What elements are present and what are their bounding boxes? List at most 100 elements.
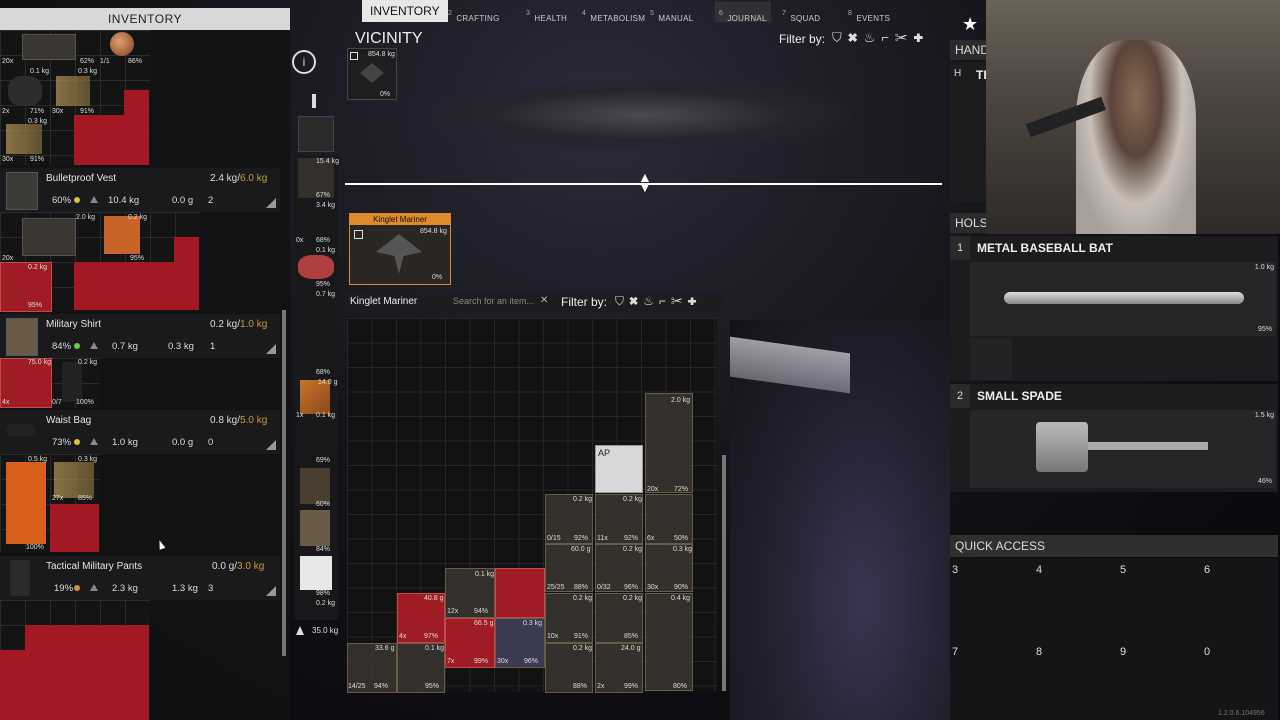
filter-consumables-icon[interactable]: ♨: [864, 30, 882, 45]
equip-slot[interactable]: [300, 468, 330, 504]
grid-label: 0.2 kg: [623, 546, 643, 553]
waistbag-slot[interactable]: Waist Bag 0.8 kg/5.0 kg 73% 1.0 kg 0.0 g…: [0, 410, 280, 454]
info-button[interactable]: i: [292, 50, 316, 74]
item-label: 100%: [76, 399, 94, 406]
item-label: 20x: [2, 58, 14, 65]
vehicle-silhouette: [432, 80, 852, 150]
filter-guns-icon[interactable]: ⌐: [659, 294, 671, 308]
shirt-slot[interactable]: Military Shirt 0.2 kg/1.0 kg 84% 0.7 kg …: [0, 314, 280, 358]
ammo-item[interactable]: [56, 76, 90, 106]
shirt-name: Military Shirt: [46, 319, 102, 330]
map-icon[interactable]: [298, 116, 334, 152]
equip-slot[interactable]: [298, 255, 334, 279]
equip-slot[interactable]: [300, 510, 330, 546]
expand-icon[interactable]: [266, 440, 276, 450]
hands-slot[interactable]: H TE: [950, 62, 991, 202]
pants-slot[interactable]: Tactical Military Pants 0.0 g/3.0 kg 19%…: [0, 556, 280, 600]
tab-journal[interactable]: 6 JOURNAL: [715, 2, 771, 23]
weapon-slot-2[interactable]: 2 SMALL SPADE 1.5 kg 46%: [950, 384, 1278, 492]
grid-label: 50%: [674, 535, 689, 542]
search-clear-icon[interactable]: ✕: [540, 295, 548, 306]
tab-inventory[interactable]: INVENTORY: [362, 0, 448, 22]
container-search-input[interactable]: Search for an item...: [453, 296, 534, 306]
grid-label: 11x: [597, 535, 608, 542]
grid-label: 2.0 kg: [671, 397, 691, 404]
tab-events[interactable]: 8 EVENTS: [848, 2, 890, 23]
filter-medical-icon[interactable]: ✚: [913, 30, 929, 45]
item-label: 27x: [52, 495, 64, 502]
spade-blade-icon: [1036, 422, 1088, 472]
filter-tools-icon[interactable]: ✂: [671, 294, 688, 308]
container-scrollbar[interactable]: [722, 455, 726, 691]
shirt-item[interactable]: [104, 216, 140, 254]
weapon-2-number: 2: [957, 390, 964, 402]
grid-label: 0.4 kg: [671, 595, 691, 602]
condition-dot: [74, 439, 80, 445]
tab-squad[interactable]: 7 SQUAD: [782, 2, 820, 23]
ball-item[interactable]: [110, 32, 134, 56]
expand-icon[interactable]: [266, 198, 276, 208]
expand-icon[interactable]: [266, 586, 276, 596]
attachment-slot[interactable]: [970, 338, 1012, 380]
equip-slot[interactable]: [300, 556, 332, 590]
grid-label: 33.6 g: [375, 645, 395, 652]
box-item[interactable]: [22, 34, 76, 60]
expand-icon[interactable]: [266, 344, 276, 354]
qa-slot-4[interactable]: 4: [1036, 564, 1116, 640]
total-weight: 35.0 kg: [312, 626, 339, 635]
item-label: 95%: [130, 255, 145, 262]
inventory-scrollbar[interactable]: [282, 310, 286, 656]
grid-item[interactable]: [645, 393, 693, 493]
weapon-slot-1[interactable]: 1 METAL BASEBALL BAT 1.0 kg 95%: [950, 236, 1278, 381]
vicinity-top-item[interactable]: 854.8 kg 0%: [347, 48, 397, 100]
filter-armor-icon[interactable]: ⛉: [832, 30, 848, 45]
qa-slot-3[interactable]: 3: [952, 564, 1032, 640]
grid-item[interactable]: [495, 568, 545, 618]
tab-manual[interactable]: 5 MANUAL: [650, 2, 694, 23]
box-item[interactable]: [22, 218, 76, 256]
equip-label: 67%: [316, 192, 331, 199]
qa-slot-6[interactable]: 6: [1204, 564, 1274, 640]
qa-slot-8[interactable]: 8: [1036, 646, 1116, 716]
filter-weapons-icon[interactable]: ✖: [848, 30, 864, 45]
favorites-star-icon[interactable]: ★: [962, 14, 978, 35]
item-label: 75.0 kg: [28, 359, 51, 366]
qa-slot-5[interactable]: 5: [1120, 564, 1200, 640]
tab-metabolism[interactable]: 4 METABOLISM: [582, 2, 645, 23]
grid-item[interactable]: [645, 593, 693, 691]
tab-health[interactable]: 3 HEALTH: [526, 2, 567, 23]
filter-weapons-icon[interactable]: ✖: [629, 294, 643, 308]
tab-crafting[interactable]: 2 CRAFTING: [448, 2, 500, 23]
selected-name-bar: Kinglet Mariner: [350, 214, 450, 225]
tape-item[interactable]: [8, 76, 42, 106]
pants-volume: 1.3 kg: [172, 583, 198, 594]
weight-icon: [90, 438, 98, 445]
filter-armor-icon[interactable]: ⛉: [615, 294, 629, 308]
knife-item[interactable]: [62, 362, 82, 402]
item-label: 86%: [128, 58, 143, 65]
grid-label: 40.8 g: [424, 595, 444, 602]
ammo-item[interactable]: [54, 462, 94, 498]
quick-access-title: QUICK ACCESS: [955, 539, 1046, 553]
filter-tools-icon[interactable]: ✂: [895, 30, 914, 45]
pants-icon: [10, 560, 30, 596]
resize-handle[interactable]: ▲ ▼: [638, 170, 652, 194]
qa-slot-0[interactable]: 0: [1204, 646, 1274, 716]
filter-guns-icon[interactable]: ⌐: [881, 30, 895, 45]
vest-slot[interactable]: Bulletproof Vest 2.4 kg/6.0 kg 60% 10.4 …: [0, 168, 280, 212]
grid-label: 10x: [547, 633, 559, 640]
pants-item[interactable]: [6, 462, 46, 544]
ammo-item[interactable]: [6, 124, 42, 154]
pants-total-weight: 2.3 kg: [112, 583, 138, 594]
equip-label: 95%: [316, 281, 331, 288]
equip-label: 98%: [316, 590, 331, 597]
qa-slot-7[interactable]: 7: [952, 646, 1032, 716]
grid-label: 30x: [497, 658, 509, 665]
grid-label: 14/25: [348, 683, 366, 690]
filter-consumables-icon[interactable]: ♨: [643, 294, 659, 308]
selected-vehicle[interactable]: Kinglet Mariner 854.8 kg 0%: [349, 213, 451, 285]
qa-slot-9[interactable]: 9: [1120, 646, 1200, 716]
waistbag-slots: 0: [208, 437, 214, 448]
filter-medical-icon[interactable]: ✚: [687, 294, 701, 308]
blocked-cells: [74, 262, 199, 310]
